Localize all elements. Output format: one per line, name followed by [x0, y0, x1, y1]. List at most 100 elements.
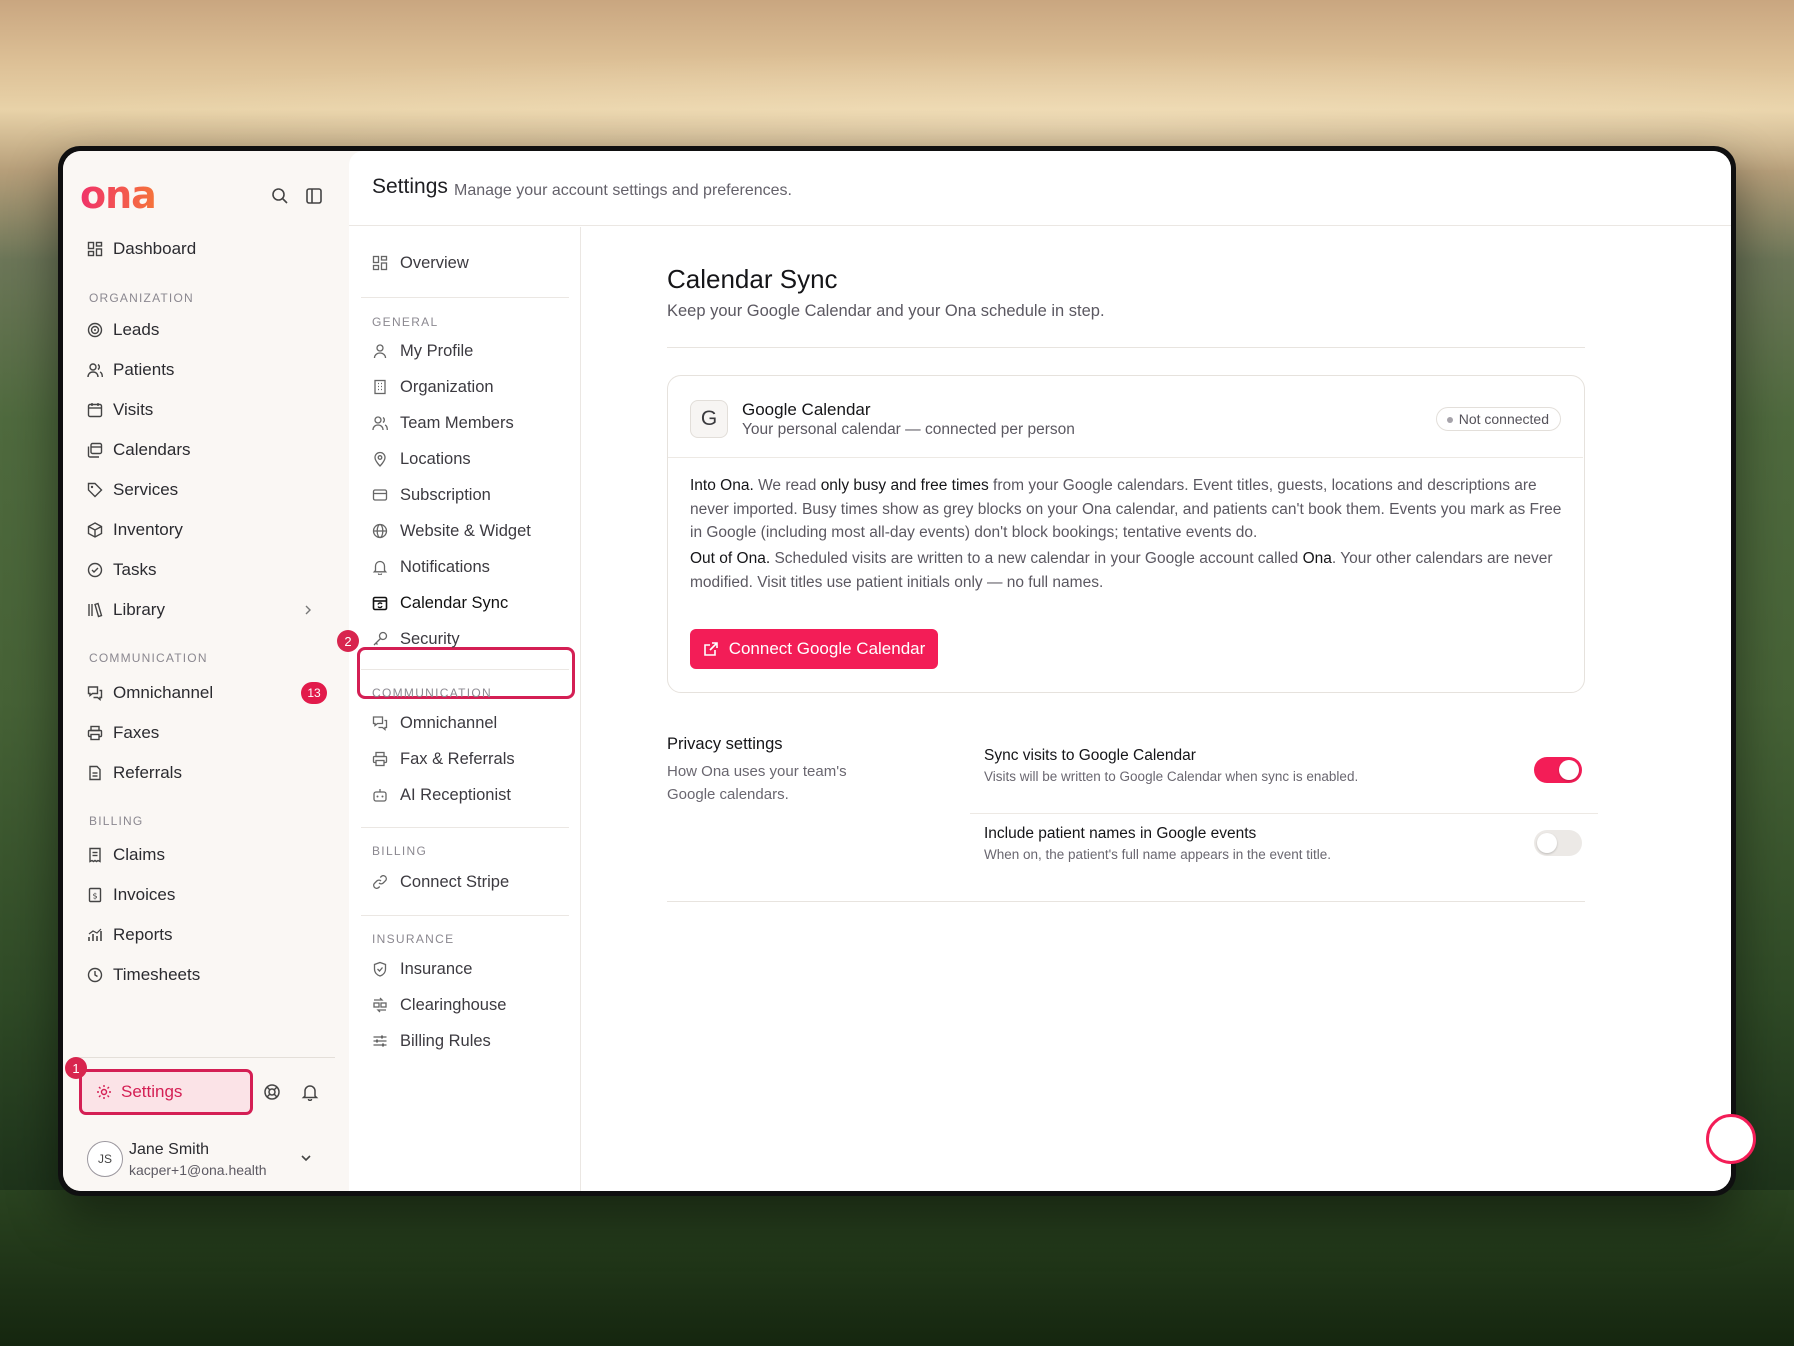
settings-nav-label: Billing Rules: [400, 1031, 491, 1050]
calendar-sync-icon: [372, 596, 388, 611]
toggle-knob: [1537, 833, 1557, 853]
section-title: Calendar Sync: [667, 264, 838, 294]
settings-nav-locations[interactable]: Locations: [372, 444, 471, 474]
shield-icon: [373, 961, 387, 977]
sidebar-item-patients[interactable]: Patients: [87, 355, 174, 385]
main-panel: Settings Manage your account settings an…: [337, 151, 1731, 1191]
sidebar-item-settings[interactable]: Settings: [79, 1069, 253, 1115]
section-label-general: GENERAL: [372, 315, 439, 329]
section-label-communication: COMMUNICATION: [372, 686, 493, 700]
target-icon: [87, 322, 103, 338]
chat-icon: [372, 716, 388, 731]
section-label-communication: COMMUNICATION: [89, 651, 208, 665]
settings-nav-security[interactable]: Security: [372, 624, 460, 654]
step-marker-1: 1: [65, 1057, 87, 1079]
page-subtitle: Manage your account settings and prefere…: [454, 182, 792, 199]
into-lead: Into Ona.: [690, 477, 754, 494]
map-pin-icon: [374, 451, 386, 467]
sidebar-item-tasks[interactable]: Tasks: [87, 555, 156, 585]
card-subtitle: Your personal calendar — connected per p…: [742, 421, 1075, 438]
settings-nav-omnichannel[interactable]: Omnichannel: [372, 708, 497, 738]
into-ona-description: Into Ona. We read only busy and free tim…: [690, 474, 1570, 545]
receipt-icon: [89, 847, 101, 863]
sidebar-item-omnichannel[interactable]: Omnichannel: [87, 678, 213, 708]
sidebar-item-leads[interactable]: Leads: [87, 315, 159, 345]
check-circle-icon: [87, 562, 103, 578]
settings-nav-subscription[interactable]: Subscription: [372, 480, 491, 510]
sidebar-item-calendars[interactable]: Calendars: [87, 435, 191, 465]
settings-nav-overview[interactable]: Overview: [372, 248, 469, 278]
settings-nav-team-members[interactable]: Team Members: [372, 408, 514, 438]
settings-nav-label: Subscription: [400, 485, 491, 504]
printer-icon: [372, 751, 388, 767]
sidebar-item-label: Dashboard: [113, 239, 197, 258]
ona-logo[interactable]: ona: [80, 175, 157, 215]
privacy-settings-subtitle: How Ona uses your team's Google calendar…: [667, 763, 847, 803]
sidebar-item-label: Library: [113, 600, 165, 619]
bell-icon: [372, 560, 388, 575]
app-window: ona Dashboard ORGANIZATION Leads Patient…: [63, 151, 1731, 1191]
sidebar-item-label: Leads: [113, 320, 160, 339]
building-icon: [374, 379, 386, 395]
section-subtitle: Keep your Google Calendar and your Ona s…: [667, 302, 1105, 320]
settings-nav-label: Notifications: [400, 557, 490, 576]
chevron-right-icon: [305, 605, 311, 615]
sidebar-toggle-icon[interactable]: [301, 183, 327, 209]
users-icon: [372, 416, 388, 431]
chevron-down-icon: [301, 1155, 311, 1162]
google-icon: G: [690, 400, 728, 438]
sidebar-item-label: Invoices: [113, 885, 176, 904]
sidebar-item-reports[interactable]: Reports: [87, 920, 173, 950]
sidebar-item-dashboard[interactable]: Dashboard: [87, 234, 196, 264]
divider: [361, 827, 569, 828]
include-patient-names-toggle[interactable]: [1534, 830, 1582, 856]
settings-nav-billing-rules[interactable]: Billing Rules: [372, 1026, 491, 1056]
section-label-billing: BILLING: [89, 814, 144, 828]
settings-nav-insurance[interactable]: Insurance: [372, 954, 472, 984]
help-icon[interactable]: [259, 1079, 285, 1105]
sidebar-item-label: Reports: [113, 925, 173, 944]
settings-nav-calendar-sync[interactable]: Calendar Sync: [372, 588, 508, 618]
settings-nav-clearinghouse[interactable]: Clearinghouse: [372, 990, 506, 1020]
out-text-1: Scheduled visits are written to a new ca…: [770, 550, 1303, 567]
sidebar-item-referrals[interactable]: Referrals: [87, 758, 182, 788]
setting-title: Sync visits to Google Calendar: [984, 747, 1196, 764]
sidebar-item-claims[interactable]: Claims: [87, 840, 165, 870]
sidebar-item-faxes[interactable]: Faxes: [87, 718, 159, 748]
divider: [361, 669, 569, 670]
bell-icon[interactable]: [297, 1079, 323, 1105]
sidebar-item-inventory[interactable]: Inventory: [87, 515, 183, 545]
user-name: Jane Smith: [129, 1141, 210, 1158]
globe-icon: [372, 523, 388, 539]
divider: [667, 901, 1585, 902]
sidebar-item-timesheets[interactable]: Timesheets: [87, 960, 200, 990]
settings-nav-notifications[interactable]: Notifications: [372, 552, 490, 582]
settings-nav-organization[interactable]: Organization: [372, 372, 494, 402]
settings-nav-ai-receptionist[interactable]: AI Receptionist: [372, 780, 511, 810]
sidebar-item-library[interactable]: Library: [87, 595, 317, 625]
sidebar-item-visits[interactable]: Visits: [87, 395, 153, 425]
settings-nav-label: AI Receptionist: [400, 785, 511, 804]
device-frame: ona Dashboard ORGANIZATION Leads Patient…: [58, 146, 1756, 1196]
sidebar-item-services[interactable]: Services: [87, 475, 178, 505]
sync-visits-toggle[interactable]: [1534, 757, 1582, 783]
search-icon[interactable]: [267, 183, 293, 209]
sidebar-item-invoices[interactable]: $ Invoices: [87, 880, 175, 910]
sidebar-item-label: Visits: [113, 400, 154, 419]
user-menu[interactable]: JS Jane Smith kacper+1@ona.health: [87, 1131, 327, 1181]
settings-nav-connect-stripe[interactable]: Connect Stripe: [372, 867, 509, 897]
settings-nav-website-widget[interactable]: Website & Widget: [372, 516, 531, 546]
section-label-billing: BILLING: [372, 844, 428, 858]
package-icon: [87, 522, 103, 538]
sidebar-item-label: Referrals: [113, 763, 182, 782]
connect-google-calendar-button[interactable]: Connect Google Calendar: [690, 629, 938, 669]
sidebar: ona Dashboard ORGANIZATION Leads Patient…: [63, 151, 347, 1191]
divider: [667, 347, 1585, 348]
settings-nav-my-profile[interactable]: My Profile: [372, 336, 473, 366]
page-header: Settings Manage your account settings an…: [349, 151, 1731, 226]
divider: [970, 813, 1598, 814]
help-chat-button[interactable]: [1706, 1114, 1756, 1164]
settings-nav-label: Fax & Referrals: [400, 749, 515, 768]
settings-nav-fax-referrals[interactable]: Fax & Referrals: [372, 744, 515, 774]
settings-nav-label: Connect Stripe: [400, 872, 510, 891]
